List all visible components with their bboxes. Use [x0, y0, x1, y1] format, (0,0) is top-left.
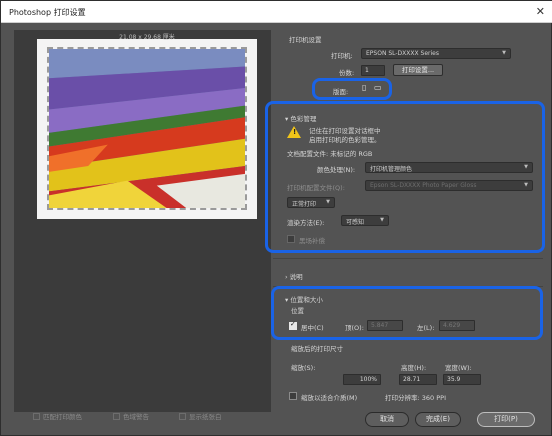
close-icon[interactable]: ✕	[536, 5, 545, 18]
flower-field-image	[49, 49, 245, 208]
scale-to-fit-label: 缩放以适合介质(M)	[301, 394, 358, 402]
window-title: Photoshop 打印设置	[9, 8, 86, 17]
gamut-warning-option[interactable]: 色域警告	[113, 411, 149, 421]
title-bar: Photoshop 打印设置 ✕	[1, 1, 552, 23]
print-resolution: 打印分辨率: 360 PPI	[385, 394, 446, 402]
scale-label: 缩放(S):	[291, 364, 316, 372]
preview-image[interactable]	[47, 47, 247, 210]
height-field[interactable]: 28.71	[399, 374, 437, 385]
color-management-highlight	[265, 101, 545, 253]
height-label: 高度(H):	[401, 364, 427, 372]
print-settings-window: Photoshop 打印设置 ✕ 21.08 x 29.68 厘米 匹配打印颜色…	[0, 0, 552, 436]
printer-select[interactable]: EPSON SL-DXXXX Series ▼	[361, 48, 511, 59]
width-field[interactable]: 35.9	[443, 374, 481, 385]
description-section[interactable]: › 说明	[285, 271, 303, 281]
print-settings-button[interactable]: 打印设置...	[393, 64, 443, 76]
printer-setup-title: 打印机设置	[289, 36, 322, 44]
scale-to-fit-checkbox[interactable]	[289, 392, 297, 400]
preview-page: 21.08 x 29.68 厘米	[37, 34, 257, 219]
printer-label: 打印机:	[331, 52, 353, 60]
width-label: 宽度(W):	[445, 364, 472, 372]
layout-highlight	[312, 78, 392, 100]
match-colors-option[interactable]: 匹配打印颜色	[33, 411, 82, 421]
divider	[273, 258, 543, 259]
scale-field[interactable]: 100%	[343, 374, 381, 385]
preview-options: 匹配打印颜色 色域警告 显示纸张白	[21, 411, 271, 423]
copies-label: 份数:	[339, 69, 355, 77]
print-preview: 21.08 x 29.68 厘米	[14, 30, 271, 412]
position-highlight	[271, 286, 543, 340]
scaled-print-size-label: 缩放后的打印尺寸	[291, 345, 343, 353]
cancel-button[interactable]: 取消	[365, 412, 409, 427]
show-paper-white-option[interactable]: 显示纸张白	[179, 411, 222, 421]
copies-field[interactable]: 1	[361, 65, 385, 76]
chevron-down-icon: ▼	[502, 50, 506, 56]
print-button[interactable]: 打印(P)	[477, 412, 535, 427]
done-button[interactable]: 完成(E)	[415, 412, 461, 427]
page-size-label: 21.08 x 29.68 厘米	[119, 34, 175, 41]
